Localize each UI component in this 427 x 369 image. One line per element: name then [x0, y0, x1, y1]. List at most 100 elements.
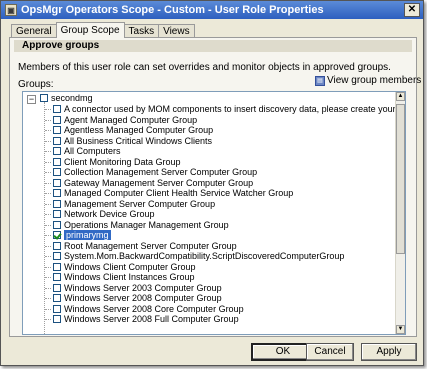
tree-item[interactable]: A connector used by MOM components to in… [53, 104, 395, 114]
tree-item[interactable]: Collection Management Server Computer Gr… [53, 167, 257, 177]
tree-branch-line [45, 308, 51, 310]
tree-item[interactable]: Agentless Managed Computer Group [53, 125, 213, 135]
tree-branch-line [45, 182, 51, 184]
tree-item[interactable]: Windows Server 2008 Full Computer Group [53, 314, 239, 324]
group-checkbox[interactable] [53, 199, 61, 208]
tree-root-label: secondmg [51, 93, 93, 103]
close-button[interactable]: ✕ [404, 3, 420, 17]
group-checkbox[interactable] [53, 262, 61, 271]
properties-dialog: ▣ OpsMgr Operators Scope - Custom - User… [0, 0, 424, 366]
scroll-down-button[interactable]: ▼ [396, 325, 405, 334]
tree-item[interactable]: Operations Manager Management Group [53, 220, 229, 230]
group-checkbox[interactable] [53, 126, 61, 134]
group-label: Windows Client Computer Group [64, 261, 196, 272]
description-text: Members of this user role can set overri… [18, 62, 391, 73]
group-checkbox[interactable] [53, 168, 61, 176]
tree-item[interactable]: Windows Server 2008 Computer Group [53, 293, 222, 303]
tab-tasks[interactable]: Tasks [123, 24, 160, 38]
group-label: Root Management Server Computer Group [64, 240, 237, 251]
tree-branch-line [45, 140, 51, 142]
groups-tree[interactable]: − secondmg A connector used by MOM compo… [22, 91, 406, 335]
group-checkbox[interactable] [53, 315, 61, 323]
group-checkbox[interactable] [53, 220, 61, 229]
tree-item[interactable]: Management Server Computer Group [53, 199, 215, 209]
tree-branch-line [45, 298, 51, 299]
cancel-button[interactable]: Cancel [306, 343, 354, 361]
groups-label: Groups: [18, 79, 54, 90]
tree-item[interactable]: Managed Computer Client Health Service W… [53, 188, 293, 198]
tree-item[interactable]: Windows Client Instances Group [53, 272, 195, 282]
group-label: Windows Server 2008 Core Computer Group [64, 303, 244, 314]
group-members-icon: ▤ [315, 75, 325, 86]
root-checkbox[interactable] [40, 94, 48, 102]
group-checkbox[interactable] [53, 231, 61, 239]
tree-item[interactable]: All Computers [53, 146, 121, 156]
scroll-thumb[interactable] [396, 104, 405, 254]
view-group-members-label: View group members [327, 75, 422, 86]
title-bar[interactable]: ▣ OpsMgr Operators Scope - Custom - User… [1, 1, 423, 19]
group-label: Management Server Computer Group [64, 198, 216, 209]
tree-branch-line [45, 119, 51, 121]
tree-item[interactable]: Root Management Server Computer Group [53, 241, 237, 251]
tree-branch-line [45, 266, 51, 268]
group-checkbox[interactable] [53, 105, 61, 113]
group-checkbox[interactable] [53, 136, 61, 145]
tree-item[interactable]: Windows Server 2008 Core Computer Group [53, 304, 244, 314]
tree-item[interactable]: Network Device Group [53, 209, 155, 219]
group-checkbox[interactable] [53, 147, 61, 155]
tree-branch-line [45, 193, 51, 194]
group-checkbox[interactable] [53, 304, 61, 313]
vertical-scrollbar[interactable]: ▲ ▼ [395, 92, 405, 334]
group-label: Managed Computer Client Health Service W… [64, 188, 294, 198]
tree-branch-line [45, 203, 51, 205]
tree-branch-line [45, 256, 51, 257]
group-label: Gateway Management Server Computer Group [64, 177, 254, 188]
group-checkbox[interactable] [53, 210, 61, 218]
section-header: Approve groups [14, 40, 412, 52]
tree-item[interactable]: primarymg [53, 230, 111, 240]
tree-branch-line [45, 319, 51, 320]
group-label: Agentless Managed Computer Group [64, 125, 214, 135]
tree-branch-line [45, 235, 51, 236]
tree-item[interactable]: Gateway Management Server Computer Group [53, 178, 253, 188]
tree-item[interactable]: Windows Client Computer Group [53, 262, 196, 272]
group-label: Network Device Group [64, 209, 155, 219]
tree-item[interactable]: Windows Server 2003 Computer Group [53, 283, 222, 293]
group-checkbox[interactable] [53, 115, 61, 124]
view-group-members-link[interactable]: ▤ View group members [315, 75, 421, 86]
group-label: Operations Manager Management Group [64, 219, 229, 230]
group-scope-panel: Approve groups Members of this user role… [9, 37, 421, 337]
tab-general[interactable]: General [11, 24, 57, 38]
tree-branch-line [45, 109, 51, 110]
tab-strip: General Group Scope Tasks Views [11, 22, 195, 38]
group-checkbox[interactable] [53, 157, 61, 166]
apply-button[interactable]: Apply [361, 343, 417, 361]
group-label: Collection Management Server Computer Gr… [64, 167, 258, 177]
tree-branch-line [45, 151, 51, 152]
group-checkbox[interactable] [53, 273, 61, 281]
tree-item[interactable]: All Business Critical Windows Clients [53, 136, 212, 146]
collapse-icon[interactable]: − [27, 94, 36, 104]
tree-branch-line [45, 214, 51, 215]
tree-root-row: − secondmg [27, 93, 93, 104]
tree-item[interactable]: System.Mom.BackwardCompatibility.ScriptD… [53, 251, 344, 261]
tree-branch-line [45, 287, 51, 289]
tree-branch-line [45, 172, 51, 173]
group-label: Agent Managed Computer Group [64, 114, 198, 125]
tree-item[interactable]: Client Monitoring Data Group [53, 157, 181, 167]
group-label: All Computers [64, 146, 121, 156]
group-label: Client Monitoring Data Group [64, 156, 181, 167]
tree-item[interactable]: Agent Managed Computer Group [53, 115, 197, 125]
tree-branch-line [45, 277, 51, 278]
tab-views[interactable]: Views [158, 24, 195, 38]
tab-group-scope[interactable]: Group Scope [55, 22, 125, 38]
tree-branch-line [45, 161, 51, 163]
scroll-up-button[interactable]: ▲ [396, 92, 405, 101]
group-checkbox[interactable] [53, 178, 61, 187]
group-checkbox[interactable] [53, 241, 61, 250]
group-checkbox[interactable] [53, 189, 61, 197]
group-checkbox[interactable] [53, 252, 61, 260]
group-label: System.Mom.BackwardCompatibility.ScriptD… [64, 251, 345, 261]
group-checkbox[interactable] [53, 283, 61, 292]
group-checkbox[interactable] [53, 294, 61, 302]
